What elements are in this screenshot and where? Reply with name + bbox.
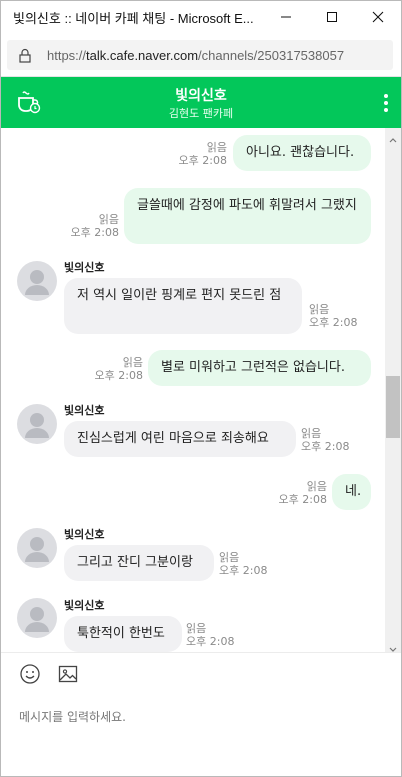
title-bar: 빛의신호 :: 네이버 카페 채팅 - Microsoft E... bbox=[1, 1, 401, 33]
read-status: 읽음 bbox=[301, 427, 322, 440]
close-button[interactable] bbox=[355, 1, 401, 33]
chat-scrollbar[interactable] bbox=[385, 128, 401, 652]
message-time: 오후 2:08 bbox=[70, 226, 119, 239]
url-host: talk.cafe.naver.com bbox=[86, 47, 199, 63]
url-text: https://talk.cafe.naver.com/channels/250… bbox=[47, 48, 344, 63]
read-status: 읽음 bbox=[186, 622, 207, 635]
chat-header: 빛의신호 김현도 팬카페 bbox=[1, 77, 401, 128]
kebab-dot bbox=[384, 94, 388, 98]
message-time: 오후 2:08 bbox=[186, 635, 235, 648]
default-avatar-icon bbox=[25, 607, 49, 632]
sender-name: 빛의신호 bbox=[64, 599, 105, 612]
message-time: 오후 2:08 bbox=[219, 564, 268, 577]
url-field[interactable]: https://talk.cafe.naver.com/channels/250… bbox=[7, 40, 393, 70]
emoji-icon[interactable] bbox=[19, 663, 41, 685]
read-status: 읽음 bbox=[206, 141, 227, 154]
message-time: 오후 2:08 bbox=[278, 493, 327, 506]
message-bubble[interactable]: 글쓸때에 감정에 파도에 휘말려서 그랬지 bbox=[124, 188, 371, 244]
message-composer bbox=[1, 652, 401, 776]
minimize-icon bbox=[281, 16, 291, 18]
read-status: 읽음 bbox=[306, 480, 327, 493]
kebab-dot bbox=[384, 108, 388, 112]
message-bubble[interactable]: 별로 미워하고 그런적은 없습니다. bbox=[148, 350, 371, 386]
url-scheme: https:// bbox=[47, 47, 87, 63]
message-bubble[interactable]: 네. bbox=[332, 474, 371, 510]
sender-name: 빛의신호 bbox=[64, 528, 105, 541]
message-meta: 읽음 오후 2:08 bbox=[87, 356, 143, 382]
message-time: 오후 2:08 bbox=[301, 440, 350, 453]
read-status: 읽음 bbox=[219, 551, 240, 564]
room-title: 빛의신호 bbox=[175, 88, 227, 104]
maximize-icon bbox=[327, 12, 337, 22]
image-icon[interactable] bbox=[57, 663, 79, 685]
message-input[interactable] bbox=[19, 705, 379, 729]
sender-name: 빛의신호 bbox=[64, 404, 105, 417]
read-status: 읽음 bbox=[309, 303, 330, 316]
message-meta: 읽음 오후 2:08 bbox=[186, 622, 242, 648]
message-bubble[interactable]: 툭한적이 한번도 bbox=[64, 616, 182, 652]
message-meta: 읽음 오후 2:08 bbox=[171, 141, 227, 167]
message-meta: 읽음 오후 2:08 bbox=[271, 480, 327, 506]
browser-window: 빛의신호 :: 네이버 카페 채팅 - Microsoft E... https… bbox=[0, 0, 402, 777]
scroll-up-arrow-icon[interactable] bbox=[385, 130, 401, 143]
message-time: 오후 2:08 bbox=[309, 316, 358, 329]
scrollbar-thumb[interactable] bbox=[386, 376, 400, 438]
minimize-button[interactable] bbox=[263, 1, 309, 33]
avatar[interactable] bbox=[17, 261, 57, 301]
message-meta: 읽음 오후 2:08 bbox=[301, 427, 357, 453]
avatar[interactable] bbox=[17, 404, 57, 444]
read-status: 읽음 bbox=[98, 213, 119, 226]
message-meta: 읽음 오후 2:08 bbox=[219, 551, 275, 577]
close-icon bbox=[372, 11, 384, 23]
sender-name: 빛의신호 bbox=[64, 261, 105, 274]
kebab-dot bbox=[384, 101, 388, 105]
default-avatar-icon bbox=[25, 537, 49, 562]
url-path: /channels/250317538057 bbox=[198, 47, 345, 63]
avatar[interactable] bbox=[17, 528, 57, 568]
maximize-button[interactable] bbox=[309, 1, 355, 33]
window-title: 빛의신호 :: 네이버 카페 채팅 - Microsoft E... bbox=[13, 10, 254, 26]
default-avatar-icon bbox=[25, 270, 49, 295]
message-time: 오후 2:08 bbox=[178, 154, 227, 167]
avatar[interactable] bbox=[17, 598, 57, 638]
message-bubble[interactable]: 저 역시 일이란 핑계로 편지 못드린 점 bbox=[64, 278, 302, 334]
room-subtitle: 김현도 팬카페 bbox=[168, 107, 234, 120]
message-bubble[interactable]: 그리고 잔디 그분이랑 bbox=[64, 545, 214, 581]
message-list: 읽음 오후 2:08 아니요. 괜찮습니다. 읽음 오후 2:08 글쓸때에 감… bbox=[1, 128, 385, 652]
scroll-down-arrow-icon[interactable] bbox=[385, 640, 401, 652]
message-time: 오후 2:08 bbox=[94, 369, 143, 382]
message-bubble[interactable]: 아니요. 괜찮습니다. bbox=[233, 135, 371, 171]
message-meta: 읽음 오후 2:08 bbox=[63, 213, 119, 239]
address-bar: https://talk.cafe.naver.com/channels/250… bbox=[1, 33, 401, 77]
default-avatar-icon bbox=[25, 413, 49, 438]
lock-icon[interactable] bbox=[19, 48, 31, 63]
message-meta: 읽음 오후 2:08 bbox=[309, 303, 365, 329]
read-status: 읽음 bbox=[122, 356, 143, 369]
more-vertical-icon[interactable] bbox=[379, 91, 393, 115]
message-bubble[interactable]: 진심스럽게 여린 마음으로 죄송해요 bbox=[64, 421, 296, 457]
